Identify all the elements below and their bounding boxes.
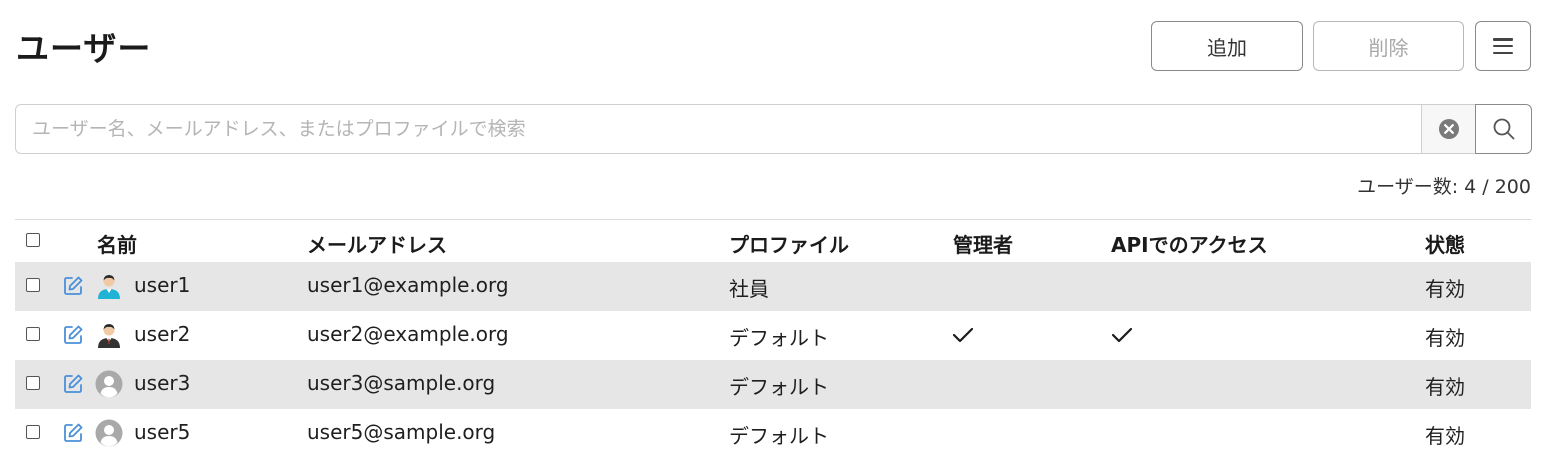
user-count: ユーザー数: 4 / 200 (1357, 176, 1531, 198)
user-name[interactable]: user5 (134, 420, 190, 444)
table-row[interactable]: user2 user2@example.org デフォルト 有効 (15, 311, 1531, 360)
person-suit-icon (98, 324, 120, 348)
edit-icon[interactable] (62, 275, 84, 297)
row-checkbox[interactable] (26, 425, 40, 439)
add-button[interactable]: 追加 (1151, 21, 1303, 71)
column-header-email[interactable]: メールアドレス (307, 229, 447, 258)
row-checkbox[interactable] (26, 376, 40, 390)
row-checkbox[interactable] (26, 327, 40, 341)
users-page: ユーザー 追加 削除 ユーザー数: 4 / 200 名前 メールアドレス プロフ… (0, 0, 1566, 465)
edit-icon[interactable] (62, 324, 84, 346)
user-profile: デフォルト (729, 375, 829, 399)
user-profile: デフォルト (729, 326, 829, 350)
column-header-status[interactable]: 状態 (1425, 229, 1465, 258)
user-email: user1@example.org (307, 273, 509, 297)
table-row[interactable]: user3 user3@sample.org デフォルト 有効 (15, 360, 1531, 409)
hamburger-icon (1493, 38, 1513, 54)
user-name[interactable]: user3 (134, 371, 190, 395)
user-name[interactable]: user2 (134, 322, 190, 346)
page-title: ユーザー (16, 29, 152, 68)
user-email: user2@example.org (307, 322, 509, 346)
user-status: 有効 (1425, 375, 1465, 399)
clear-icon (1438, 119, 1459, 139)
column-header-api-access[interactable]: APIでのアクセス (1111, 229, 1268, 258)
column-header-admin[interactable]: 管理者 (953, 229, 1013, 258)
table-row[interactable]: user5 user5@sample.org デフォルト 有効 (15, 409, 1531, 458)
search-bar (15, 104, 1532, 154)
user-status: 有効 (1425, 326, 1465, 350)
table-header: 名前 メールアドレス プロファイル 管理者 APIでのアクセス 状態 (15, 220, 1531, 262)
user-status: 有効 (1425, 277, 1465, 301)
delete-button[interactable]: 削除 (1313, 21, 1464, 71)
person-cyan-icon (98, 275, 120, 299)
menu-button[interactable] (1475, 21, 1531, 71)
admin-check-icon (952, 327, 974, 343)
row-checkbox[interactable] (26, 278, 40, 292)
user-profile: デフォルト (729, 424, 829, 448)
clear-search-button[interactable] (1421, 104, 1476, 154)
search-button[interactable] (1475, 104, 1532, 154)
api-access-check-icon (1111, 327, 1133, 343)
user-profile: 社員 (729, 277, 769, 301)
edit-icon[interactable] (62, 373, 84, 395)
search-icon (1493, 118, 1514, 140)
column-header-name[interactable]: 名前 (97, 229, 137, 258)
column-header-profile[interactable]: プロファイル (729, 229, 849, 258)
default-avatar-icon (95, 419, 123, 447)
user-email: user5@sample.org (307, 420, 496, 444)
edit-icon[interactable] (62, 422, 84, 444)
search-input[interactable] (16, 105, 1420, 153)
user-status: 有効 (1425, 424, 1465, 448)
user-email: user3@sample.org (307, 371, 496, 395)
user-name[interactable]: user1 (134, 273, 190, 297)
default-avatar-icon (95, 370, 123, 398)
table-row[interactable]: user1 user1@example.org 社員 有効 (15, 262, 1531, 311)
select-all-checkbox[interactable] (26, 233, 40, 247)
